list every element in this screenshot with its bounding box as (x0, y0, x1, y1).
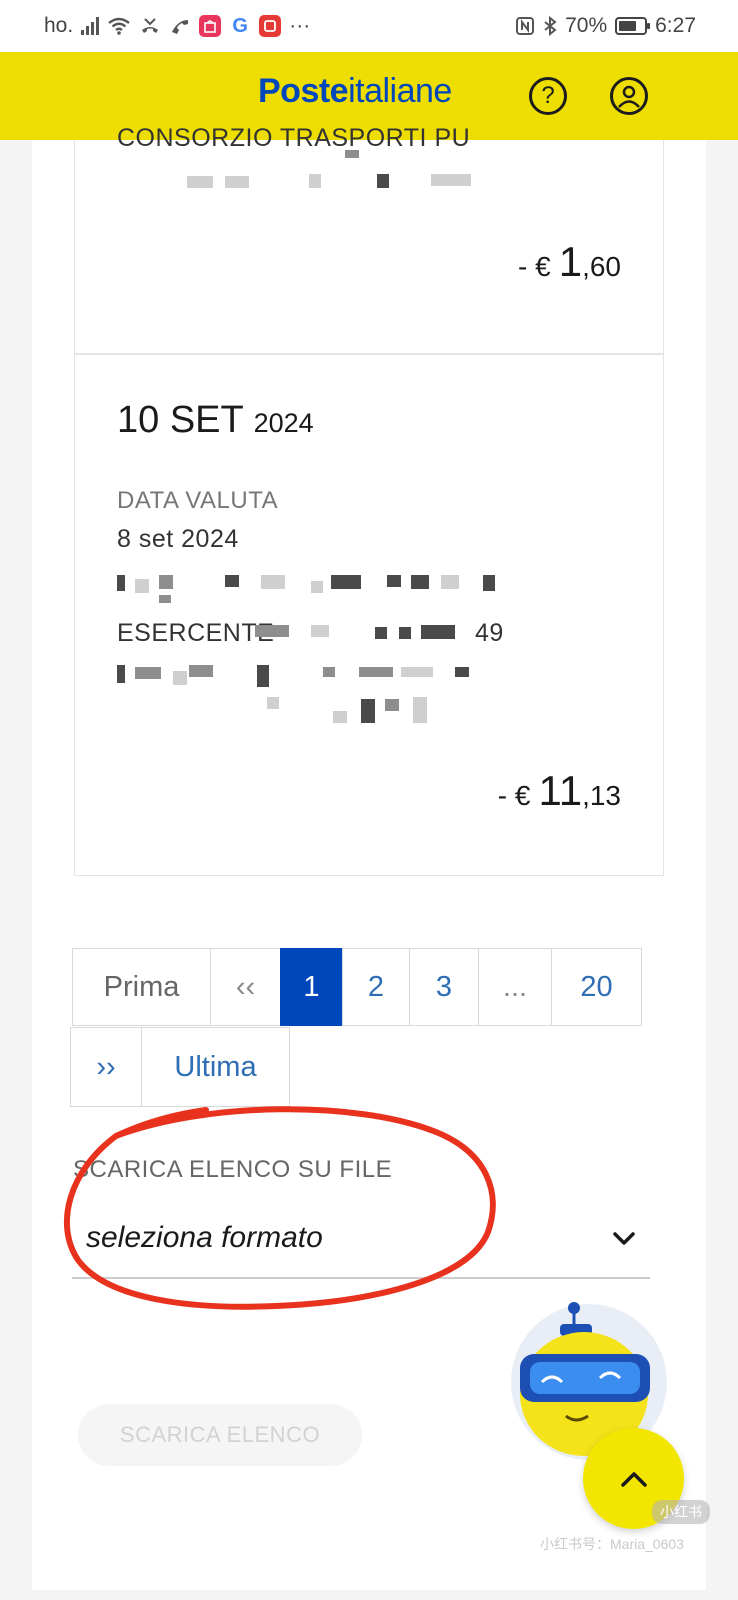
user-icon (618, 85, 640, 108)
chevron-down-icon (613, 1232, 635, 1245)
wifi-icon (107, 16, 131, 36)
battery-icon (615, 17, 651, 35)
profile-button[interactable] (610, 77, 648, 115)
redacted-block (401, 667, 433, 677)
amount-sign: - € (518, 251, 551, 282)
redacted-block (117, 575, 125, 591)
help-icon: ? (541, 82, 555, 109)
redacted-block (387, 575, 401, 587)
logo-bold: Poste (258, 72, 349, 110)
call-icon (169, 16, 191, 36)
merchant-text-start: ESERCENTE (117, 619, 275, 647)
redacted-block (225, 176, 249, 188)
redacted-block (483, 575, 495, 591)
redacted-block (345, 150, 359, 158)
status-bar-left: ho. G ··· (44, 14, 310, 38)
pagination-next-button[interactable]: ›› (70, 1027, 142, 1107)
redacted-block (399, 627, 411, 639)
download-format-select[interactable]: seleziona formato (72, 1205, 650, 1279)
watermark: 小红书号：Maria_0603 (540, 1536, 684, 1552)
redacted-block (359, 667, 393, 677)
redacted-block (117, 665, 125, 683)
download-format-label: SCARICA ELENCO SU FILE (73, 1156, 393, 1183)
redacted-block (323, 667, 335, 677)
amount-integer: 11 (538, 767, 583, 814)
redacted-block (257, 665, 269, 687)
redacted-block (441, 575, 459, 589)
bluetooth-icon (543, 16, 557, 36)
amount-sign: - € (497, 780, 531, 811)
pagination-first-button[interactable]: Prima (72, 948, 211, 1026)
more-notifications-icon: ··· (289, 14, 311, 37)
redacted-block (159, 595, 171, 603)
pagination-page-2[interactable]: 2 (342, 948, 410, 1026)
amount-decimal: ,13 (582, 780, 621, 811)
transaction-amount: - € 1 ,60 (518, 238, 621, 286)
poste-italiane-logo[interactable]: Posteitaliane (258, 72, 452, 111)
redacted-block (311, 581, 323, 593)
pagination-ellipsis: ... (478, 948, 552, 1026)
logo-regular: italiane (348, 72, 452, 110)
redacted-block (413, 697, 427, 723)
redacted-block (189, 665, 213, 677)
redacted-block (361, 699, 375, 723)
amount-integer: 1 (558, 238, 583, 285)
pagination-page-3[interactable]: 3 (409, 948, 479, 1026)
value-date: 8 set 2024 (117, 525, 239, 553)
amount-decimal: ,60 (582, 251, 621, 282)
redacted-block (225, 575, 239, 587)
clock: 6:27 (655, 14, 696, 37)
transaction-amount: - € 11 ,13 (498, 767, 621, 815)
pagination-page-20[interactable]: 20 (551, 948, 642, 1026)
redacted-block (333, 711, 347, 723)
missed-call-icon (139, 16, 161, 36)
redacted-block (261, 575, 285, 589)
status-bar: ho. G ··· 70% 6:27 (0, 0, 738, 52)
watermark-badge: 小红书 (652, 1500, 710, 1524)
app-notification-icon (259, 15, 282, 37)
signal-icon (81, 17, 100, 35)
pagination-prev-button[interactable]: ‹‹ (210, 948, 281, 1026)
transaction-card[interactable]: 10 SET 2024 DATA VALUTA 8 set 2024 ESERC… (74, 354, 664, 876)
carrier-label: ho. (44, 14, 74, 37)
redacted-block (421, 625, 455, 639)
google-icon: G (229, 15, 252, 37)
merchant-text-end: 49 (475, 619, 504, 647)
pagination-page-1[interactable]: 1 (280, 948, 343, 1026)
value-date-label: DATA VALUTA (117, 487, 279, 514)
redacted-block (375, 627, 387, 639)
redacted-block (411, 575, 429, 589)
redacted-block (385, 699, 399, 711)
redacted-block (331, 575, 361, 589)
redacted-block (309, 174, 321, 188)
merchant-description: ESERCENTE (117, 619, 274, 648)
redacted-block (311, 625, 329, 637)
redacted-block (255, 625, 289, 637)
status-bar-right: 70% 6:27 (515, 14, 696, 38)
download-list-button[interactable]: SCARICA ELENCO (78, 1404, 362, 1466)
transaction-description: CONSORZIO TRASPORTI PU (117, 124, 471, 152)
battery-percent: 70% (565, 14, 608, 37)
redacted-block (267, 697, 279, 709)
redacted-block (135, 667, 161, 679)
redacted-block (135, 579, 149, 593)
redacted-block (159, 575, 173, 589)
transaction-card[interactable]: CONSORZIO TRASPORTI PU - € 1 ,60 (74, 124, 664, 354)
redacted-block (187, 176, 213, 188)
shopping-bag-icon (199, 15, 222, 37)
nfc-icon (515, 16, 535, 36)
transaction-date: 10 SET 2024 (117, 399, 314, 442)
redacted-block (377, 174, 389, 188)
transaction-date-day: 10 SET (117, 399, 244, 441)
help-button[interactable]: ? (529, 77, 567, 115)
chevron-up-icon (620, 1471, 647, 1487)
redacted-block (455, 667, 469, 677)
redacted-block (431, 174, 471, 186)
transaction-date-year: 2024 (253, 408, 314, 438)
pagination-last-button[interactable]: Ultima (141, 1027, 290, 1107)
redacted-block (173, 671, 187, 685)
download-format-value: seleziona formato (86, 1221, 323, 1254)
